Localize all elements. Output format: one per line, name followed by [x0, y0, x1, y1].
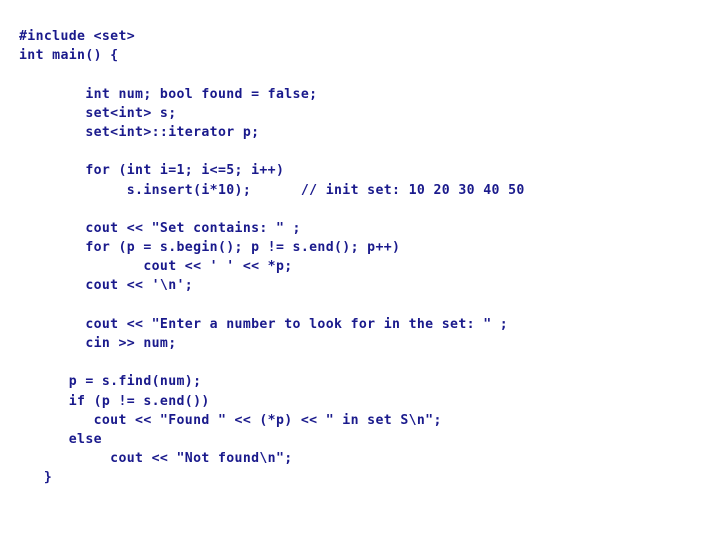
code-line: cout << ' ' << *p; [19, 259, 293, 275]
code-line: set<int> s; [19, 105, 177, 121]
code-line: if (p != s.end()) [19, 393, 210, 409]
code-line: #include <set> [19, 29, 136, 44]
code-line: else [19, 431, 102, 447]
code-line: for (int i=1; i<=5; i++) [19, 163, 285, 179]
code-line: cout << "Set contains: " ; [19, 220, 301, 236]
code-line: for (p = s.begin(); p != s.end(); p++) [19, 240, 401, 256]
code-line: s.insert(i*10); // init set: 10 20 30 40… [19, 182, 525, 198]
code-line: } [19, 470, 53, 486]
code-listing: #include <set> int main() { int num; bool… [0, 27, 720, 488]
code-line: set<int>::iterator p; [19, 124, 260, 140]
code-line: cin >> num; [19, 336, 177, 351]
code-line: cout << '\n'; [19, 278, 194, 294]
code-line: int num; bool found = false; [19, 86, 318, 102]
code-line: p = s.find(num); [19, 374, 202, 390]
code-line: cout << "Found " << (*p) << " in set S\n… [19, 412, 442, 428]
code-line: cout << "Not found\n"; [19, 451, 293, 467]
code-slide: #include <set> int main() { int num; bool… [0, 0, 720, 540]
code-line: int main() { [19, 48, 119, 64]
code-line: cout << "Enter a number to look for in t… [19, 316, 509, 332]
